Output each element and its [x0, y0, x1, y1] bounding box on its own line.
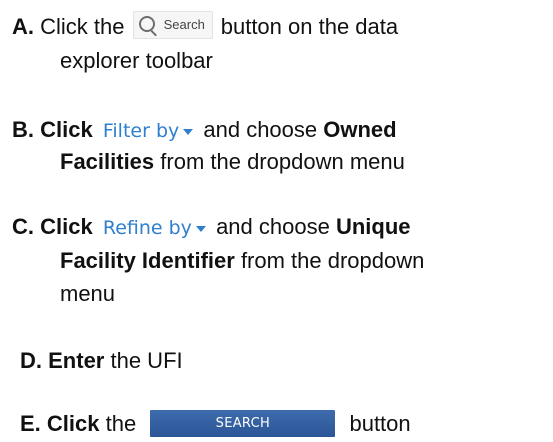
- filter-by-dropdown-label: Filter by: [102, 120, 180, 142]
- step-letter: C.: [12, 214, 34, 239]
- step-emphasis: Owned: [323, 117, 397, 142]
- step-text: the: [99, 411, 137, 436]
- step-text: button: [349, 411, 411, 436]
- step-text: explorer toolbar: [60, 48, 213, 73]
- step-text: menu: [60, 281, 116, 306]
- step-text: and choose: [203, 117, 324, 142]
- refine-by-dropdown[interactable]: Refine by: [103, 214, 206, 242]
- step-letter: B.: [12, 117, 34, 142]
- search-toolbar-button[interactable]: Search: [132, 11, 213, 40]
- step-c-line-2: Facility Identifier from the dropdown: [60, 247, 424, 275]
- step-a-line-2: explorer toolbar: [60, 47, 213, 75]
- step-c-line-1: C. Click Refine by and choose Unique: [12, 213, 411, 242]
- step-text: and choose: [216, 214, 336, 239]
- caret-down-icon: [183, 128, 194, 135]
- filter-by-dropdown[interactable]: Filter by: [102, 117, 194, 145]
- step-text: from the dropdown: [234, 248, 425, 273]
- step-text: Click the: [40, 14, 125, 39]
- step-letter: E.: [20, 411, 41, 436]
- step-a-line-1: A. Click the Search button on the data: [12, 11, 399, 41]
- step-action: Enter: [48, 348, 105, 373]
- step-e-line-1: E. Click the SEARCH button: [20, 409, 411, 438]
- step-d-line-1: D. Enter the UFI: [20, 347, 183, 375]
- step-action: Click: [40, 117, 93, 142]
- step-text: button on the data: [220, 14, 399, 39]
- step-action: Click: [40, 214, 93, 239]
- step-text: the UFI: [104, 348, 183, 373]
- search-submit-button[interactable]: SEARCH: [150, 409, 336, 437]
- magnifying-glass-icon: [138, 16, 155, 33]
- step-emphasis: Unique: [335, 214, 411, 239]
- caret-down-icon: [195, 225, 206, 232]
- search-toolbar-button-label: Search: [163, 17, 205, 33]
- step-emphasis: Facilities: [60, 149, 155, 174]
- step-letter: D.: [20, 348, 42, 373]
- step-action: Click: [46, 411, 100, 436]
- refine-by-dropdown-label: Refine by: [102, 217, 192, 239]
- step-letter: A.: [12, 14, 34, 39]
- step-b-line-2: Facilities from the dropdown menu: [60, 148, 405, 176]
- step-text: from the dropdown menu: [154, 149, 405, 174]
- step-b-line-1: B. Click Filter by and choose Owned: [12, 116, 397, 145]
- step-c-line-3: menu: [60, 280, 115, 308]
- step-emphasis: Facility Identifier: [60, 248, 235, 273]
